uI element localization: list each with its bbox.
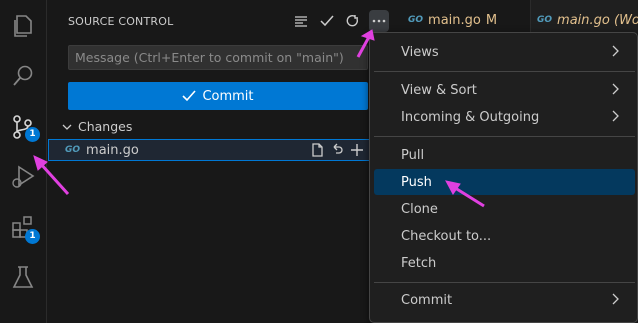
arrow-to-push <box>445 180 461 195</box>
annotation-arrows <box>33 29 485 208</box>
arrow-to-more-actions <box>360 29 375 41</box>
